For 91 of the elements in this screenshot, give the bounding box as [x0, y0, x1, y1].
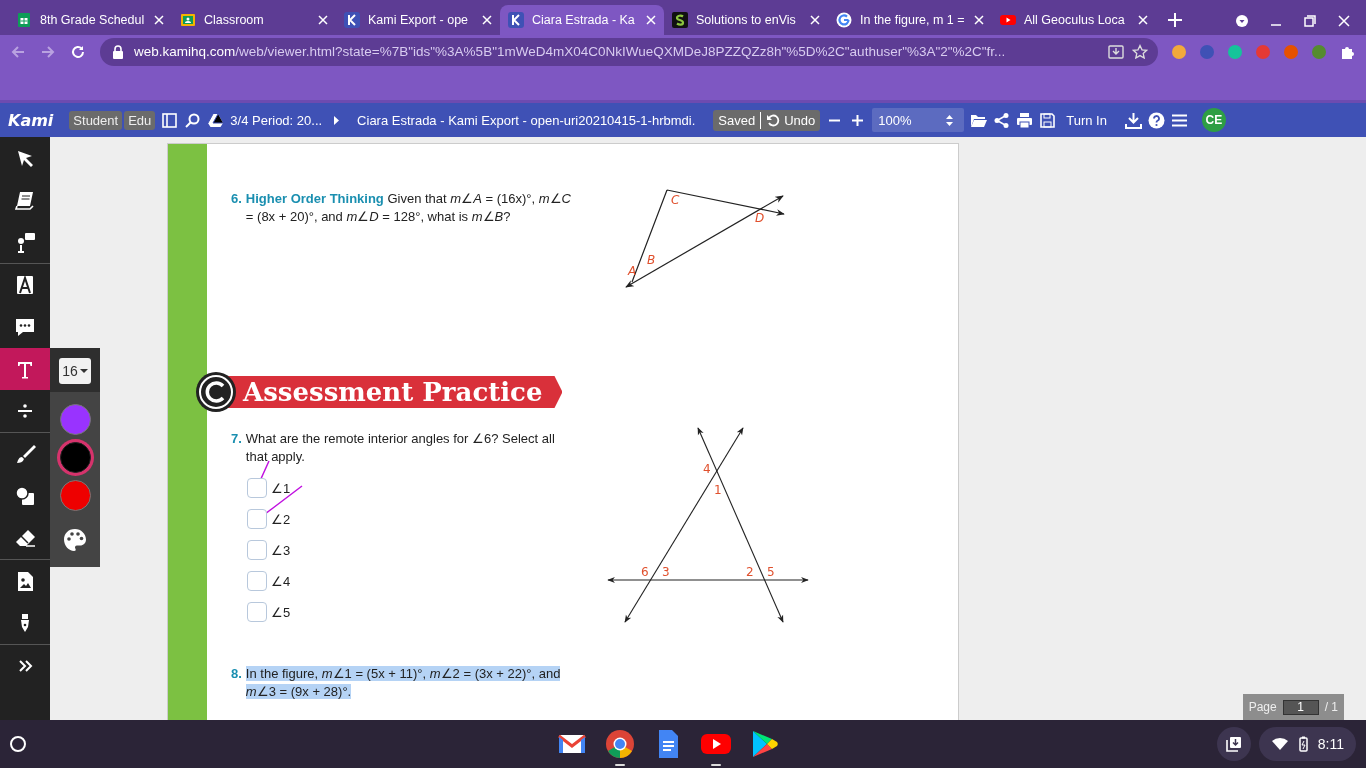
paintbrush-icon	[14, 443, 36, 465]
question-text: In the figure, m∠1 = (5x + 11)°, m∠2 = (3x + 22)°, and m∠3 = (9x + 28)°.	[245, 665, 562, 701]
kami-logo: Kami	[8, 110, 54, 130]
print-icon[interactable]	[1016, 111, 1034, 129]
help-icon[interactable]	[1147, 111, 1165, 129]
text-box-icon	[14, 274, 36, 296]
option-label: ∠4	[271, 573, 291, 589]
close-icon[interactable]	[154, 15, 164, 25]
drive-icon[interactable]	[207, 111, 225, 129]
close-icon[interactable]	[1338, 15, 1350, 27]
triangle-diagram: C D A B	[619, 182, 789, 292]
color-swatch[interactable]	[59, 480, 91, 511]
color-swatch[interactable]	[59, 404, 91, 435]
palette-icon[interactable]	[62, 527, 88, 553]
restore-icon[interactable]	[1304, 15, 1316, 27]
option-label: ∠2	[271, 511, 291, 527]
question-number: 7.	[231, 430, 242, 448]
dropdown-icon[interactable]	[1236, 15, 1248, 27]
comment-icon	[14, 316, 36, 338]
page-number-field[interactable]: 1	[1282, 699, 1319, 715]
circle-logo-icon	[195, 371, 237, 413]
folder-path[interactable]: 3/4 Period: 20...	[230, 112, 323, 128]
s-logo-icon	[672, 12, 688, 28]
document-title: Ciara Estrada - Kami Export - open-uri20210415-1-hrbmdi.	[357, 112, 696, 128]
checkbox[interactable]	[247, 602, 267, 622]
classroom-icon	[180, 12, 196, 28]
kami-icon	[344, 12, 360, 28]
color-swatch[interactable]	[59, 442, 91, 473]
checkbox[interactable]	[247, 540, 267, 560]
browser-tab[interactable]: All Geoculus Loca	[992, 5, 1156, 35]
close-icon[interactable]	[974, 15, 984, 25]
sidebar-icon[interactable]	[161, 111, 179, 129]
browser-tab[interactable]: In the figure, m 1 =	[828, 5, 992, 35]
search-icon[interactable]	[184, 111, 202, 129]
option-label: ∠3	[271, 542, 291, 558]
question-text: What are the remote interior angles for ∠6? Select all that apply.	[245, 430, 556, 466]
role-badge: Edu	[124, 110, 156, 130]
close-icon[interactable]	[482, 15, 492, 25]
caret-icon	[79, 367, 88, 375]
browser-tab[interactable]: Kami Export - ope	[336, 5, 500, 35]
youtube-icon	[1000, 12, 1016, 28]
close-icon[interactable]	[1138, 15, 1148, 25]
chrome-icon	[604, 728, 636, 760]
close-icon[interactable]	[318, 15, 328, 25]
browser-tab[interactable]: Classroom	[172, 5, 336, 35]
option-label: ∠5	[271, 604, 291, 620]
kami-icon	[508, 12, 524, 28]
role-badge: Student	[69, 110, 123, 130]
lock-icon	[110, 43, 126, 60]
reload-icon[interactable]	[70, 43, 86, 60]
browser-tab[interactable]: 8th Grade Schedul	[8, 5, 172, 35]
share-icon[interactable]	[993, 111, 1011, 129]
status-area[interactable]: 8:11	[1258, 727, 1356, 761]
star-icon[interactable]	[1132, 43, 1148, 60]
address-bar[interactable]: web.kamihq.com/web/viewer.html?state=%7B"ids"%3A%5B"1mWeD4mX04C0NkIWueQXMDeJ8PZZQZz8h"%5D%2C"authuser"%3A"2"%2C"fr...	[100, 37, 1158, 66]
checkbox[interactable]	[247, 509, 267, 529]
saved-status: Saved	[718, 112, 756, 128]
font-size-select[interactable]: 16	[59, 358, 91, 384]
download-icon[interactable]	[1124, 111, 1142, 129]
install-icon[interactable]	[1108, 43, 1124, 60]
download-tray-icon	[1224, 735, 1243, 753]
page-label: Page	[1248, 700, 1277, 714]
section-banner: Assessment Practice	[225, 376, 563, 408]
browser-tab[interactable]: Solutions to enVis	[664, 5, 828, 35]
book-icon	[14, 189, 36, 211]
close-icon[interactable]	[646, 15, 656, 25]
downloads-button[interactable]	[1216, 727, 1251, 761]
intersecting-lines-diagram: 4 1 6 3 2 5	[603, 422, 813, 627]
launcher-icon[interactable]	[10, 736, 26, 752]
shapes-icon	[14, 485, 36, 507]
extension-icon[interactable]	[1172, 44, 1186, 59]
checkbox[interactable]	[247, 571, 267, 591]
clock-time: 8:11	[1317, 736, 1344, 752]
turn-in-button[interactable]: Turn In	[1039, 111, 1107, 129]
battery-icon	[1298, 736, 1308, 752]
caret-icon	[334, 115, 340, 125]
question-text: Higher Order Thinking Given that m∠A = (16x)°, m∠C = (8x + 20)°, and m∠D = 128°, what is m∠B?	[245, 190, 571, 226]
page-total: / 1	[1324, 700, 1338, 714]
google-icon	[836, 12, 852, 28]
save-icon	[1039, 111, 1057, 129]
question-number: 6.	[231, 190, 242, 208]
question-number: 8.	[231, 665, 242, 683]
eraser-icon	[14, 527, 36, 549]
close-icon[interactable]	[810, 15, 820, 25]
browser-tab[interactable]: Ciara Estrada - Ka	[500, 5, 664, 35]
checkbox[interactable]	[247, 478, 267, 498]
wifi-icon	[1270, 737, 1289, 751]
option-label: ∠1	[271, 480, 291, 496]
undo-button[interactable]: Undo	[760, 111, 816, 129]
sheets-icon	[16, 12, 32, 28]
zoom-select[interactable]: 100%	[872, 108, 965, 132]
